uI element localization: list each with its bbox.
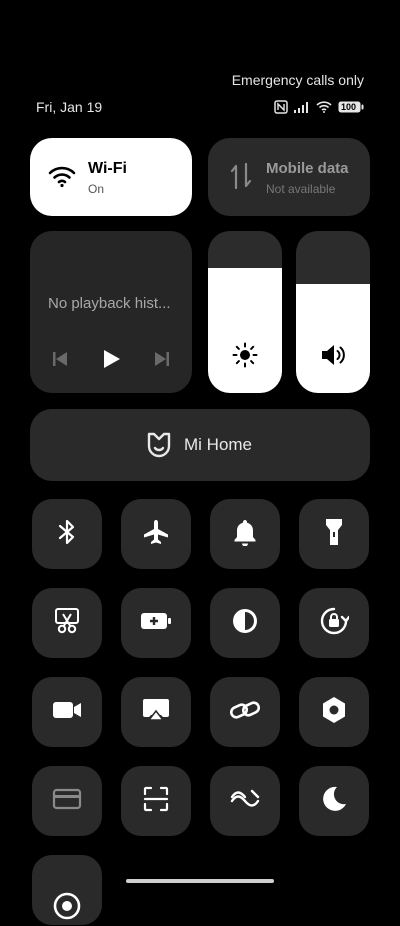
volume-slider[interactable] (296, 231, 370, 393)
wifi-status-icon (316, 101, 332, 113)
wifi-icon (48, 164, 76, 193)
emergency-calls-text: Emergency calls only (231, 72, 364, 88)
rotation-lock-icon (319, 606, 351, 641)
mobile-data-status: Not available (266, 182, 336, 196)
battery-plus-icon (140, 611, 172, 636)
battery-icon: 100 (338, 101, 364, 113)
mobile-data-icon (230, 162, 252, 195)
bell-icon (233, 518, 257, 551)
brightness-icon (232, 342, 258, 373)
bluetooth-toggle[interactable] (32, 499, 102, 569)
brightness-slider[interactable] (208, 231, 282, 393)
brightness-fill (208, 268, 282, 393)
airplay-icon (141, 697, 171, 728)
play-icon[interactable] (102, 349, 122, 374)
link-icon (229, 697, 261, 728)
screenshot-toggle[interactable] (32, 588, 102, 658)
media-player-tile[interactable]: No playback hist... (30, 231, 192, 393)
wifi-tile[interactable]: Wi-Fi On (30, 138, 192, 216)
scissors-screenshot-icon (54, 607, 80, 640)
home-indicator[interactable] (126, 879, 274, 883)
bluetooth-icon (56, 518, 78, 551)
date-text: Fri, Jan 19 (36, 99, 103, 115)
nfc-icon (274, 100, 288, 114)
mobile-data-tile[interactable]: Mobile data Not available (208, 138, 370, 216)
battery-saver-toggle[interactable] (121, 588, 191, 658)
moon-icon (320, 785, 348, 818)
settings-toggle[interactable] (299, 677, 369, 747)
system-icons: 100 (274, 100, 364, 114)
media-message: No playback hist... (48, 295, 171, 312)
airplane-icon (142, 518, 170, 551)
dark-mode-toggle[interactable] (210, 588, 280, 658)
hexagon-settings-icon (321, 696, 347, 729)
wallet-toggle[interactable] (32, 766, 102, 836)
wifi-status: On (88, 182, 105, 196)
sync-icon (230, 788, 260, 815)
sync-toggle[interactable] (210, 766, 280, 836)
scanner-toggle[interactable] (121, 766, 191, 836)
volume-icon (320, 342, 348, 373)
previous-track-icon[interactable] (52, 351, 68, 372)
battery-level-text: 100 (341, 102, 357, 112)
cell-signal-icon (294, 101, 310, 113)
volume-fill (296, 284, 370, 393)
mi-home-icon (146, 431, 172, 464)
contrast-icon (231, 607, 259, 640)
flashlight-icon (324, 517, 344, 552)
do-not-disturb-toggle[interactable] (299, 766, 369, 836)
scan-icon (142, 785, 170, 818)
location-icon (52, 891, 82, 926)
screen-recorder-toggle[interactable] (32, 677, 102, 747)
next-track-icon[interactable] (154, 351, 170, 372)
video-camera-icon (52, 699, 82, 726)
auto-rotate-toggle[interactable] (299, 588, 369, 658)
ring-toggle[interactable] (210, 499, 280, 569)
airplane-mode-toggle[interactable] (121, 499, 191, 569)
wifi-title: Wi-Fi (88, 160, 127, 177)
card-icon (52, 788, 82, 815)
location-toggle[interactable] (32, 855, 102, 925)
flashlight-toggle[interactable] (299, 499, 369, 569)
mi-home-label: Mi Home (184, 435, 253, 454)
mi-home-tile[interactable]: Mi Home (30, 409, 370, 481)
cast-toggle[interactable] (121, 677, 191, 747)
link-toggle[interactable] (210, 677, 280, 747)
mobile-data-title: Mobile data (266, 160, 349, 177)
